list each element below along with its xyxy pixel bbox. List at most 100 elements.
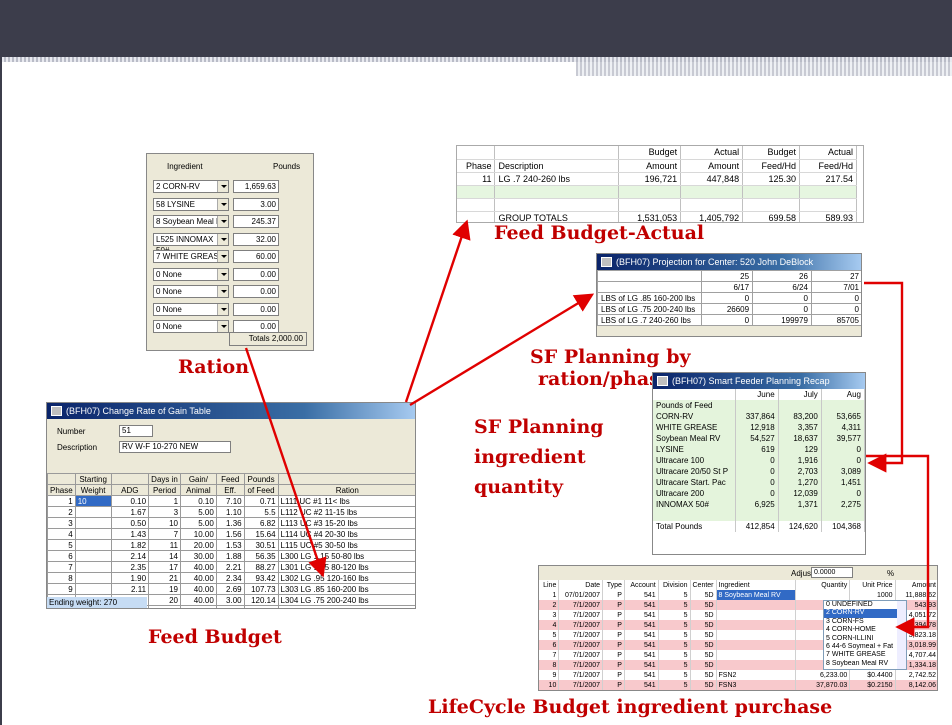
chevron-down-icon[interactable]: [217, 233, 228, 245]
table-row[interactable]: Ultracare Start. Pac 0 1,270 1,451: [653, 477, 865, 488]
description-label: Description: [57, 443, 98, 452]
lc-cell[interactable]: [716, 620, 796, 630]
pounds-field[interactable]: 0.00: [233, 267, 279, 281]
table-row[interactable]: Ultracare 100 0 1,916 0: [653, 455, 865, 466]
lc-cell: 5: [658, 640, 691, 650]
lc-cell[interactable]: [716, 640, 796, 650]
table-row[interactable]: 6 2.14 14 30.00 1.88 56.35 L300 LG 1.15 50-80 …: [47, 550, 415, 562]
table-row[interactable]: WHITE GREASE 12,918 3,357 4,311: [653, 422, 865, 433]
change-gain-table: Starting Days in Gain/Feed Pounds Phase Weig…: [47, 473, 415, 608]
table-row[interactable]: Ultracare 200 0 12,039 0: [653, 488, 865, 499]
caption-ration: Ration: [178, 356, 250, 378]
table-row[interactable]: LYSINE 619 129 0: [653, 444, 865, 455]
chevron-down-icon[interactable]: [217, 321, 228, 332]
pounds-field[interactable]: 3.00: [233, 197, 279, 211]
pounds-field[interactable]: 0.00: [233, 285, 279, 298]
dropdown-option[interactable]: 0 UNDEFINED: [824, 601, 898, 609]
gain-cell: 107.73: [243, 583, 279, 595]
description-field[interactable]: RV W-F 10-270 NEW: [119, 441, 231, 453]
lc-cell: 5: [658, 630, 691, 640]
ingredient-select[interactable]: 0 None: [153, 285, 229, 298]
table-row[interactable]: CORN-RV 337,864 83,200 53,665: [653, 411, 865, 422]
dropdown-option[interactable]: 3 CORN-FS: [824, 618, 898, 626]
chevron-down-icon[interactable]: [217, 216, 228, 227]
fba-head: [494, 146, 620, 160]
table-row[interactable]: INNOMAX 50# 6,925 1,371 2,275: [653, 499, 865, 510]
table-row[interactable]: 9 7/1/2007 P 541 5 5D FSN2 6,233.00 $0.4400 2,742…: [539, 670, 937, 680]
dropdown-option[interactable]: 4 CORN-HOME: [824, 626, 898, 634]
lc-cell[interactable]: [716, 600, 796, 610]
lc-cell[interactable]: [716, 630, 796, 640]
ingredient-select[interactable]: 0 None: [153, 302, 229, 316]
table-row[interactable]: Ultracare 20/50 St P 0 2,703 3,089: [653, 466, 865, 477]
gain-cell[interactable]: [74, 539, 112, 551]
ingredient-select[interactable]: 8 Soybean Meal RV: [153, 215, 229, 228]
pounds-field[interactable]: 1,659.63: [233, 180, 279, 193]
chevron-down-icon[interactable]: [217, 181, 228, 192]
table-row[interactable]: 5 1.82 11 20.00 1.53 30.51 L115 UC #5 30-50 lb…: [47, 539, 415, 551]
gain-cell: 2.34: [215, 572, 245, 584]
table-row[interactable]: 8 1.90 21 40.00 2.34 93.42 L302 LG .95 120-160…: [47, 572, 415, 584]
ingredient-select[interactable]: 0 None: [153, 267, 229, 281]
gain-cell: 88.27: [243, 561, 279, 573]
pounds-field[interactable]: 0.00: [233, 302, 279, 316]
lc-cell: 3: [539, 610, 560, 620]
pounds-field[interactable]: 245.37: [233, 215, 279, 228]
gain-cell[interactable]: [74, 572, 112, 584]
dropdown-option[interactable]: 2 CORN-RV: [824, 609, 898, 618]
chevron-down-icon[interactable]: [217, 303, 228, 315]
adjust-field[interactable]: 0.0000: [811, 567, 853, 578]
chevron-down-icon[interactable]: [217, 251, 228, 262]
table-row[interactable]: 2 1.67 3 5.00 1.10 5.5 L112 UC #2 11-15 lbs: [47, 506, 415, 518]
ingredient-select[interactable]: 58 LYSINE: [153, 197, 229, 211]
gain-cell[interactable]: [74, 528, 112, 540]
dropdown-option[interactable]: 5 CORN-ILLINI: [824, 635, 898, 643]
dropdown-option[interactable]: 6 44-6 Soymeal + Fat: [824, 643, 898, 651]
chevron-down-icon[interactable]: [217, 198, 228, 210]
table-row[interactable]: LBS of LG .75 200-240 lbs 26609 0 0: [597, 303, 861, 315]
ingredient-select[interactable]: L525 INNOMAX 50#: [153, 232, 229, 255]
lc-cell[interactable]: [716, 610, 796, 620]
dropdown-option[interactable]: 7 WHITE GREASE: [824, 651, 898, 659]
table-row[interactable]: LBS of LG .7 240-260 lbs 0 199979 85705: [597, 314, 861, 326]
gain-cell[interactable]: [74, 583, 112, 595]
table-row[interactable]: 9 2.11 19 40.00 2.69 107.73 L303 LG .85 160-20…: [47, 583, 415, 595]
dropdown-scrollbar[interactable]: [897, 601, 906, 669]
number-field[interactable]: 51: [119, 425, 153, 437]
table-row[interactable]: 3 0.50 10 5.00 1.36 6.82 L113 UC #3 15-20 lbs: [47, 517, 415, 529]
table-row[interactable]: 11 LG .7 240-260 lbs 196,721 447,848 125…: [457, 172, 857, 186]
gain-cell[interactable]: 10: [74, 495, 112, 507]
table-row[interactable]: Soybean Meal RV 54,527 18,637 39,577: [653, 433, 865, 444]
ingredient-select[interactable]: 7 WHITE GREASE: [153, 250, 229, 263]
lc-cell[interactable]: 8 Soybean Meal RV: [716, 590, 796, 600]
lc-cell[interactable]: [716, 650, 796, 660]
gain-cell: L303 LG .85 160-200 lbs: [277, 583, 415, 595]
gain-cell[interactable]: [74, 550, 112, 562]
gain-cell[interactable]: [74, 506, 112, 518]
table-row[interactable]: 4 1.43 7 10.00 1.56 15.64 L114 UC #4 20-30 lbs: [47, 528, 415, 540]
lc-cell[interactable]: FSN3: [716, 680, 796, 690]
ingredient-select[interactable]: 2 CORN-RV: [153, 180, 229, 193]
gain-cell[interactable]: [74, 517, 112, 529]
table-row[interactable]: 10 7/1/2007 P 541 5 5D FSN3 37,870.03 $0.2150 8,1…: [539, 680, 937, 690]
pounds-field[interactable]: 32.00: [233, 232, 279, 246]
table-row[interactable]: 1 07/01/2007 P 541 5 5D 8 Soybean Meal RV 1000 1…: [539, 590, 937, 600]
gain-cell[interactable]: [74, 561, 112, 573]
lc-cell[interactable]: [716, 660, 796, 670]
table-row[interactable]: 7 2.35 17 40.00 2.21 88.27 L301 LG 1.05 80-120…: [47, 561, 415, 573]
lc-cell[interactable]: FSN2: [716, 670, 796, 680]
lc-cell: 7: [539, 650, 560, 660]
recap-section: Pounds of Feed: [653, 400, 736, 411]
chevron-down-icon[interactable]: [217, 268, 228, 280]
dropdown-option[interactable]: 8 Soybean Meal RV: [824, 660, 898, 668]
ingredient-dropdown-list[interactable]: 0 UNDEFINED 2 CORN-RV 3 CORN-FS 4 CORN-HOME…: [823, 600, 907, 670]
table-row[interactable]: LBS of LG .85 160-200 lbs 0 0 0: [597, 292, 861, 304]
proj-value: 0: [810, 303, 861, 315]
ingredient-select[interactable]: 0 None: [153, 320, 229, 333]
gain-head: [110, 473, 150, 485]
table-row[interactable]: 1 10 0.10 1 0.10 7.10 0.71 L111 UC #1 11< lbs: [47, 495, 415, 507]
lc-cell: 541: [624, 610, 659, 620]
lc-cell: 8,142.06: [895, 680, 937, 690]
pounds-field[interactable]: 60.00: [233, 250, 279, 263]
chevron-down-icon[interactable]: [217, 286, 228, 297]
